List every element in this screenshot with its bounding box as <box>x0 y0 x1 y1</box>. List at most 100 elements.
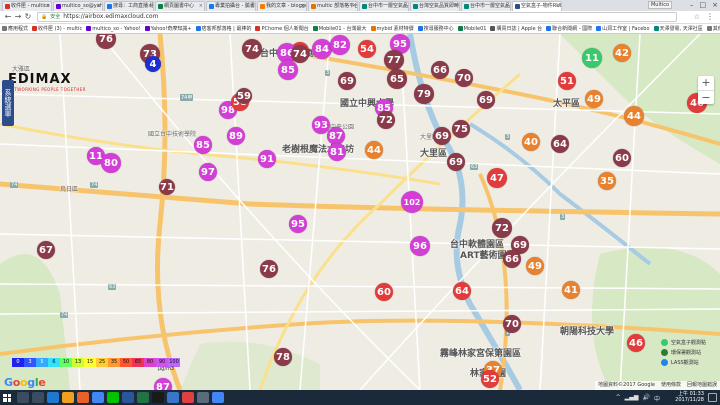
aqi-station-marker[interactable]: 85 <box>278 60 298 80</box>
settings-icon[interactable] <box>197 392 209 403</box>
aqi-station-marker[interactable]: 70 <box>455 69 473 87</box>
bookmark-item[interactable]: Yahoo!奇摩知識+ <box>144 25 192 32</box>
search-icon[interactable] <box>17 392 29 403</box>
bookmark-item[interactable]: 天澤發電, 天澤社區 <box>653 25 703 32</box>
bookmark-item[interactable]: 山洞工作室 | Facebo <box>596 25 650 32</box>
aqi-station-marker[interactable]: 74 <box>242 39 262 59</box>
ime-indicator[interactable]: 中 <box>654 394 660 403</box>
bookmark-item[interactable]: 收件匣 (3) - multic <box>32 25 82 32</box>
aqi-station-marker[interactable]: 4 <box>145 56 161 72</box>
aqi-station-marker[interactable]: 59 <box>236 88 252 104</box>
bookmark-item[interactable]: 購買日誌 | Apple 台 <box>490 25 542 32</box>
aqi-station-marker[interactable]: 69 <box>477 91 495 109</box>
chrome-icon[interactable] <box>92 392 104 403</box>
browser-tab[interactable]: 我的文章 - blogger × <box>257 1 307 11</box>
bookmark-item[interactable]: Mobile01 - 台灣最大 <box>312 25 367 32</box>
aqi-station-marker[interactable]: 44 <box>624 106 644 126</box>
aqi-station-marker[interactable]: 47 <box>487 168 507 188</box>
file-explorer-icon[interactable] <box>62 392 74 403</box>
aqi-station-marker[interactable]: 69 <box>338 72 356 90</box>
aqi-station-marker[interactable]: 102 <box>401 191 423 213</box>
tab-close-icon[interactable]: × <box>505 2 509 11</box>
bookmark-item[interactable]: Mobile01 <box>457 26 486 32</box>
aqi-station-marker[interactable]: 64 <box>551 135 569 153</box>
aqi-station-marker[interactable]: 60 <box>613 149 631 167</box>
aqi-station-marker[interactable]: 75 <box>452 120 470 138</box>
tab-close-icon[interactable]: × <box>301 2 305 11</box>
browser-tab[interactable]: 搜尋：工商直播 組図× <box>104 1 154 11</box>
minimize-icon[interactable]: – <box>690 0 694 11</box>
aqi-station-marker[interactable]: 11 <box>582 48 602 68</box>
aqi-station-marker[interactable]: 67 <box>37 241 55 259</box>
bookmark-star-icon[interactable]: ☆ <box>694 13 700 21</box>
aqi-station-marker[interactable]: 91 <box>258 150 276 168</box>
terms-link[interactable]: 使用條款 <box>661 381 681 390</box>
aqi-station-marker[interactable]: 84 <box>312 39 332 59</box>
aqi-station-marker[interactable]: 52 <box>481 370 499 388</box>
aqi-station-marker[interactable]: 82 <box>330 35 350 55</box>
browser-tab[interactable]: 台中市一層空氣品 × <box>359 1 409 11</box>
task-view-icon[interactable] <box>32 392 44 403</box>
aqi-station-marker[interactable]: 70 <box>503 315 521 333</box>
aqi-station-marker[interactable]: 64 <box>453 282 471 300</box>
media-player-icon[interactable] <box>152 392 164 403</box>
excel-icon[interactable] <box>137 392 149 403</box>
volume-icon[interactable]: 🔊 <box>643 394 650 403</box>
report-error-link[interactable]: 回報地圖錯誤 <box>687 381 717 390</box>
aqi-station-marker[interactable]: 71 <box>159 179 175 195</box>
aqi-station-marker[interactable]: 54 <box>358 40 376 58</box>
aqi-station-marker[interactable]: 97 <box>199 163 217 181</box>
bookmark-item[interactable]: 痞客邦部落格 | 最棒的 <box>195 25 251 32</box>
aqi-station-marker[interactable]: 44 <box>365 141 383 159</box>
tab-close-icon[interactable]: × <box>199 2 203 11</box>
aqi-station-marker[interactable]: 77 <box>384 50 404 70</box>
aqi-station-marker[interactable]: 65 <box>387 69 407 89</box>
browser-tab[interactable]: 收件匣 - multico × <box>2 1 52 11</box>
aqi-station-marker[interactable]: 81 <box>328 143 346 161</box>
tab-close-icon[interactable]: × <box>352 2 356 11</box>
line-icon[interactable] <box>107 392 119 403</box>
aqi-station-marker[interactable]: 60 <box>375 283 393 301</box>
bookmark-item[interactable]: 應用程式 <box>2 25 28 32</box>
chrome-window-icon[interactable] <box>212 392 224 403</box>
profile-badge[interactable]: Multico <box>647 1 672 9</box>
aqi-station-marker[interactable]: 41 <box>562 281 580 299</box>
aqi-station-marker[interactable]: 51 <box>558 72 576 90</box>
zoom-in-button[interactable]: + <box>698 76 714 90</box>
forward-icon[interactable]: → <box>13 11 23 23</box>
aqi-station-marker[interactable]: 96 <box>410 236 430 256</box>
aqi-station-marker[interactable]: 72 <box>492 218 512 238</box>
browser-tab[interactable]: 專業拍攝台 - 臉書 × <box>206 1 256 11</box>
aqi-station-marker[interactable]: 46 <box>627 334 645 352</box>
tab-close-icon[interactable]: × <box>148 2 152 11</box>
aqi-station-marker[interactable]: 49 <box>526 257 544 275</box>
tab-close-icon[interactable]: × <box>403 2 407 11</box>
paint-icon[interactable] <box>182 392 194 403</box>
aqi-station-marker[interactable]: 80 <box>101 153 121 173</box>
bookmark-item[interactable]: multico_so - Yahoo! <box>86 26 141 32</box>
browser-tab[interactable]: 台灣空氣品質即時監 × <box>410 1 460 11</box>
aqi-station-marker[interactable]: 69 <box>433 127 451 145</box>
maximize-icon[interactable]: □ <box>700 0 707 11</box>
tab-close-icon[interactable]: × <box>46 2 50 11</box>
zoom-out-button[interactable]: − <box>698 90 714 104</box>
aqi-station-marker[interactable]: 40 <box>522 133 540 151</box>
word-icon[interactable] <box>122 392 134 403</box>
browser-tab[interactable]: multic 部落格平台 × <box>308 1 358 11</box>
browser-tab[interactable]: 網頁圖書中心 × <box>155 1 205 11</box>
ie-icon[interactable] <box>47 392 59 403</box>
chevron-up-icon[interactable]: ^ <box>616 394 621 403</box>
url-input[interactable]: 🔒 安全 https://airbox.edimaxcloud.com <box>37 12 677 22</box>
system-menu-tab[interactable]: 系統選單 <box>2 80 14 126</box>
aqi-station-marker[interactable]: 78 <box>274 348 292 366</box>
browser-tab[interactable]: multico_so@yahoo× <box>53 1 103 11</box>
tab-close-icon[interactable]: × <box>250 2 254 11</box>
aqi-station-marker[interactable]: 89 <box>227 127 245 145</box>
aqi-station-marker[interactable]: 85 <box>194 136 212 154</box>
tab-close-icon[interactable]: × <box>454 2 458 11</box>
notification-icon[interactable] <box>708 393 717 402</box>
browser-menu-icon[interactable]: ⋮ <box>706 12 714 21</box>
aqi-station-marker[interactable]: 95 <box>289 215 307 233</box>
firefox-icon[interactable] <box>77 392 89 403</box>
close-window-icon[interactable]: × <box>712 0 718 11</box>
